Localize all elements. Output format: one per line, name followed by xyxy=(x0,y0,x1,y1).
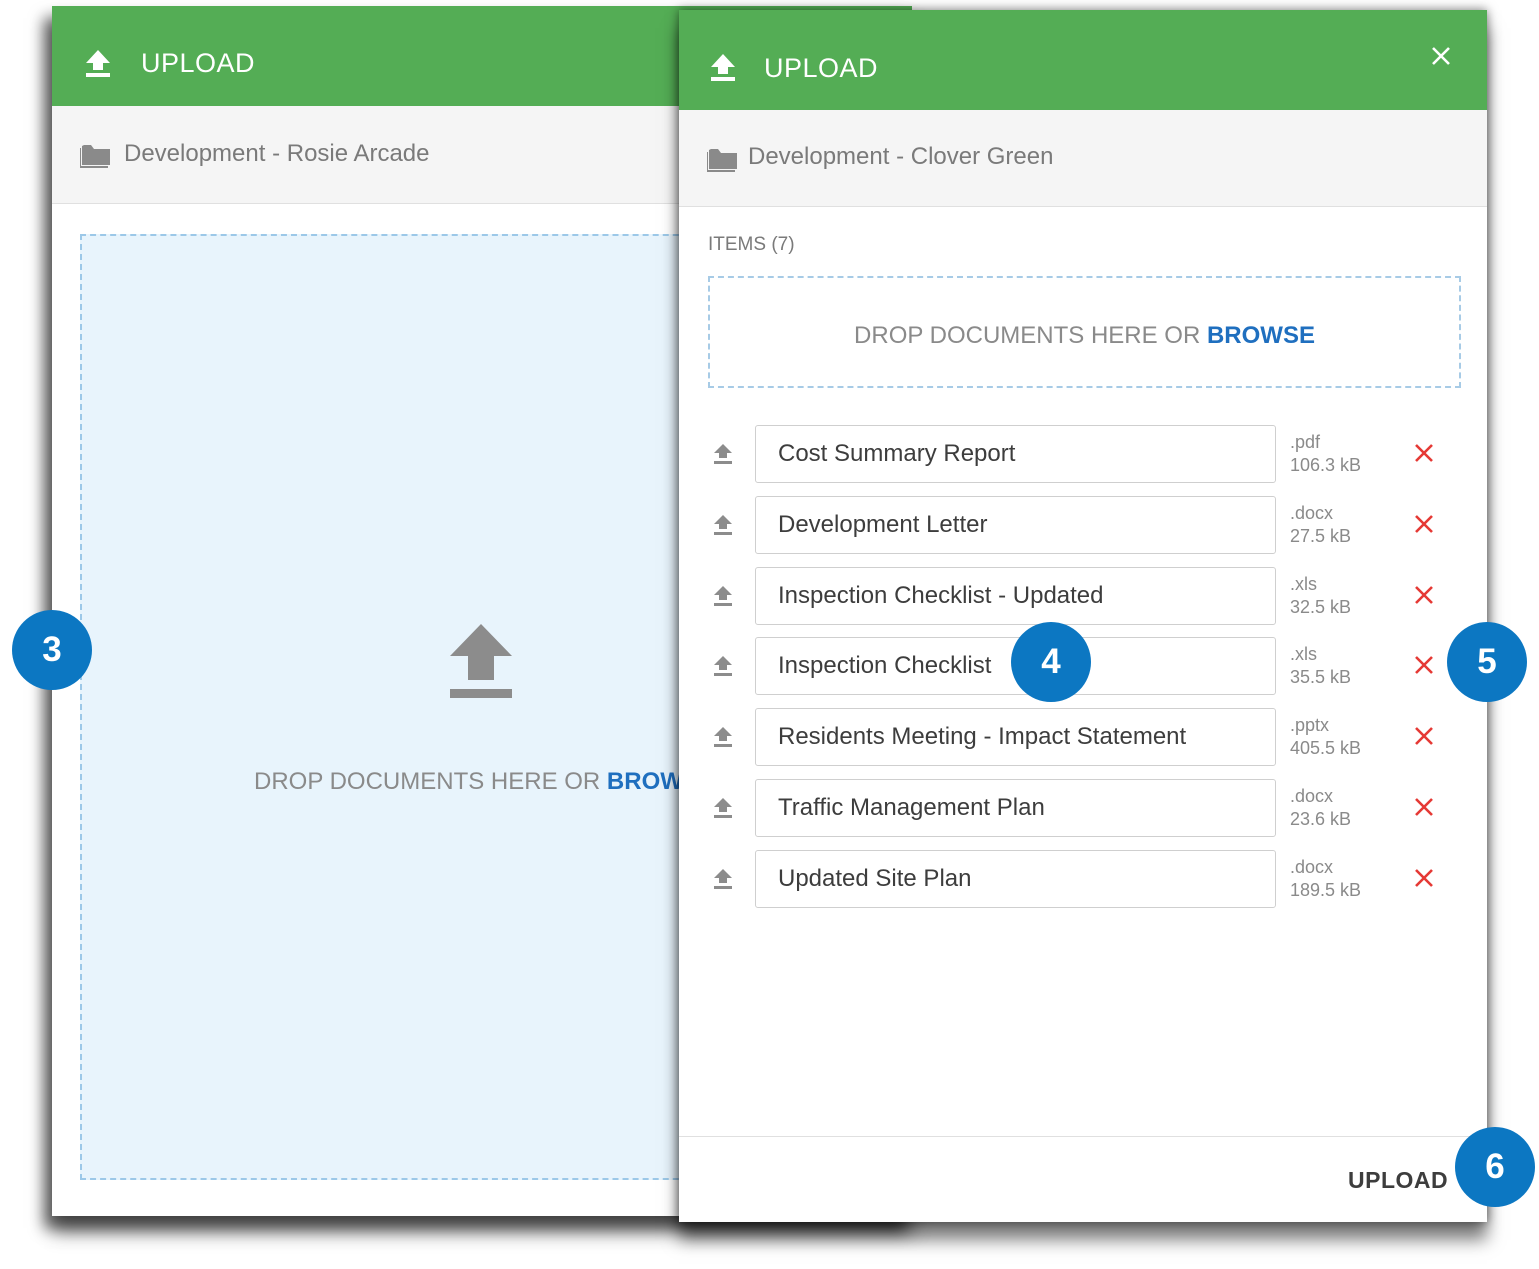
file-meta: .pdf 106.3 kB xyxy=(1290,431,1361,477)
upload-icon[interactable] xyxy=(713,868,733,890)
callout-badge: 3 xyxy=(12,610,92,690)
file-extension: .xls xyxy=(1290,644,1317,664)
file-extension: .xls xyxy=(1290,574,1317,594)
remove-icon[interactable] xyxy=(1413,725,1435,747)
upload-icon[interactable] xyxy=(713,797,733,819)
file-name-input[interactable]: Inspection Checklist - Updated xyxy=(755,567,1276,625)
browse-link[interactable]: BROWSE xyxy=(1207,322,1315,349)
file-row: Residents Meeting - Impact Statement .ppt… xyxy=(679,708,1487,768)
folder-icon xyxy=(80,145,110,168)
upload-icon[interactable] xyxy=(713,585,733,607)
folder-name: Development - Rosie Arcade xyxy=(124,140,430,167)
upload-button[interactable]: UPLOAD xyxy=(1348,1167,1448,1194)
file-meta: .pptx 405.5 kB xyxy=(1290,714,1361,760)
callout-badge: 6 xyxy=(1455,1127,1535,1207)
remove-icon[interactable] xyxy=(1413,442,1435,464)
file-size: 32.5 kB xyxy=(1290,597,1352,617)
callout-badge: 4 xyxy=(1011,622,1091,702)
folder-icon xyxy=(707,149,737,172)
file-extension: .docx xyxy=(1290,786,1334,806)
remove-icon[interactable] xyxy=(1413,867,1435,889)
upload-icon xyxy=(450,624,512,698)
callout-badge: 5 xyxy=(1447,622,1527,702)
file-row: Inspection Checklist - Updated .xls 32.5 k… xyxy=(679,567,1487,627)
file-meta: .xls 35.5 kB xyxy=(1290,643,1351,689)
file-size: 35.5 kB xyxy=(1290,667,1352,687)
dialog-title: UPLOAD xyxy=(764,53,879,83)
drop-instructions: DROP DOCUMENTS HERE OR BROWSE xyxy=(254,768,715,795)
dialog-footer: UPLOAD xyxy=(679,1136,1487,1222)
file-size: 405.5 kB xyxy=(1290,738,1362,758)
file-extension: .pdf xyxy=(1290,432,1321,452)
file-extension: .docx xyxy=(1290,503,1334,523)
file-size: 106.3 kB xyxy=(1290,455,1362,475)
file-row: Traffic Management Plan .docx 23.6 kB xyxy=(679,779,1487,839)
items-count: ITEMS (7) xyxy=(708,234,795,255)
remove-icon[interactable] xyxy=(1413,654,1435,676)
upload-icon[interactable] xyxy=(713,514,733,536)
file-name-input[interactable]: Residents Meeting - Impact Statement xyxy=(755,708,1276,766)
file-size: 189.5 kB xyxy=(1290,880,1362,900)
upload-icon xyxy=(711,54,735,81)
file-row: Cost Summary Report .pdf 106.3 kB xyxy=(679,425,1487,485)
file-size: 27.5 kB xyxy=(1290,526,1352,546)
file-meta: .docx 27.5 kB xyxy=(1290,502,1351,548)
remove-icon[interactable] xyxy=(1413,796,1435,818)
close-icon[interactable] xyxy=(1429,44,1453,68)
remove-icon[interactable] xyxy=(1413,584,1435,606)
drop-instructions: DROP DOCUMENTS HERE OR BROWSE xyxy=(854,322,1315,349)
file-row: Updated Site Plan .docx 189.5 kB xyxy=(679,850,1487,910)
dialog-header: UPLOAD xyxy=(679,10,1487,110)
file-name-input[interactable]: Cost Summary Report xyxy=(755,425,1276,483)
folder-breadcrumb: Development - Clover Green xyxy=(679,110,1487,207)
file-name-input[interactable]: Traffic Management Plan xyxy=(755,779,1276,837)
remove-icon[interactable] xyxy=(1413,513,1435,535)
upload-icon xyxy=(86,50,110,77)
upload-icon[interactable] xyxy=(713,655,733,677)
upload-icon[interactable] xyxy=(713,726,733,748)
file-meta: .xls 32.5 kB xyxy=(1290,573,1351,619)
file-meta: .docx 23.6 kB xyxy=(1290,785,1351,831)
file-extension: .pptx xyxy=(1290,715,1330,735)
file-row: Development Letter .docx 27.5 kB xyxy=(679,496,1487,556)
file-meta: .docx 189.5 kB xyxy=(1290,856,1361,902)
upload-dialog-front: UPLOAD Development - Clover Green ITEMS … xyxy=(679,10,1487,1222)
file-size: 23.6 kB xyxy=(1290,809,1352,829)
file-extension: .docx xyxy=(1290,857,1334,877)
drop-zone[interactable]: DROP DOCUMENTS HERE OR BROWSE xyxy=(708,276,1461,388)
file-name-input[interactable]: Development Letter xyxy=(755,496,1276,554)
upload-icon[interactable] xyxy=(713,443,733,465)
folder-name: Development - Clover Green xyxy=(748,143,1054,170)
file-name-input[interactable]: Updated Site Plan xyxy=(755,850,1276,908)
dialog-title: UPLOAD xyxy=(141,48,256,78)
